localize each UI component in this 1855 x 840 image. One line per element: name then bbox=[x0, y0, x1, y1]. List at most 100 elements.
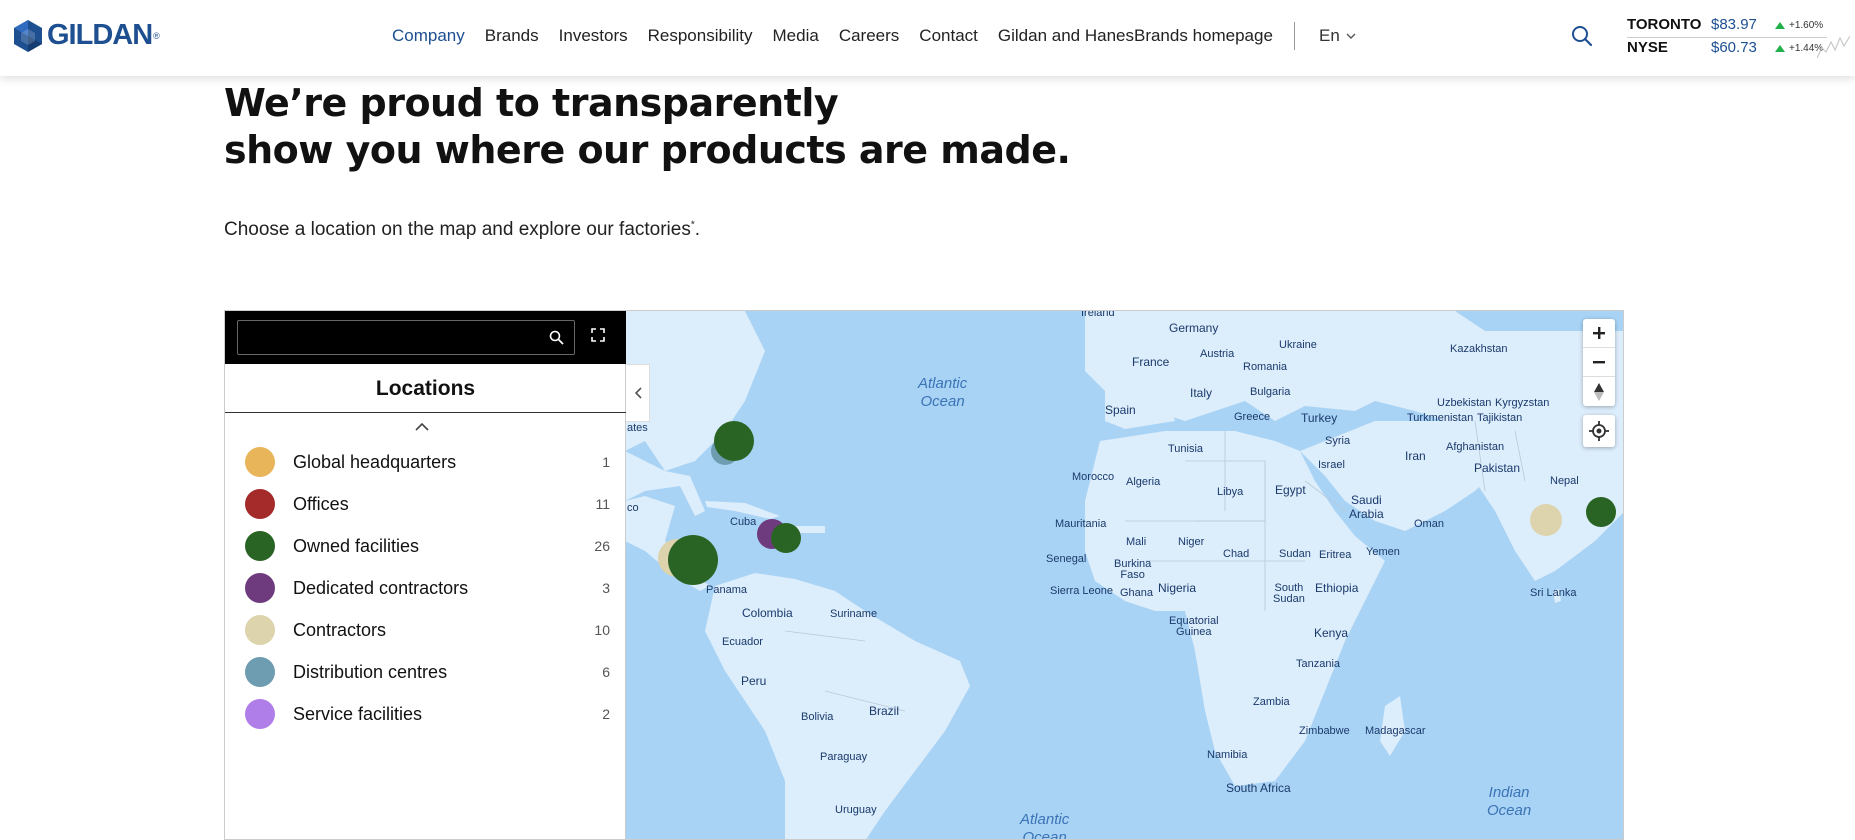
map-label-algeria: Algeria bbox=[1126, 476, 1161, 488]
search-button[interactable] bbox=[1570, 24, 1594, 53]
gildan-logo[interactable]: GILDAN ® bbox=[13, 19, 160, 52]
crosshair-icon bbox=[1589, 421, 1609, 441]
page-headline: We’re proud to transparently show you wh… bbox=[224, 80, 1071, 174]
stock-change: +1.60% bbox=[1775, 20, 1823, 31]
stock-price: $83.97 bbox=[1711, 16, 1757, 33]
reset-bearing-button[interactable] bbox=[1583, 377, 1615, 406]
nav-contact[interactable]: Contact bbox=[919, 26, 978, 46]
plus-icon bbox=[1593, 327, 1605, 339]
map-label-tanzania: Tanzania bbox=[1296, 658, 1341, 670]
stock-exchange: TORONTO bbox=[1627, 16, 1702, 33]
map-label-united-states: ates bbox=[627, 422, 648, 434]
up-arrow-icon bbox=[1775, 45, 1785, 52]
map-label-sri-lanka: Sri Lanka bbox=[1530, 587, 1577, 599]
headline-line-1: We’re proud to transparently bbox=[224, 81, 839, 125]
legend-dot bbox=[245, 615, 275, 645]
map-label-paraguay: Paraguay bbox=[820, 751, 868, 763]
map-label-bulgaria: Bulgaria bbox=[1250, 386, 1291, 398]
map-label-equatorial-guinea: Equatorial Guinea bbox=[1169, 615, 1219, 638]
language-selector[interactable]: En bbox=[1319, 26, 1356, 46]
fullscreen-button[interactable] bbox=[591, 328, 605, 347]
chevron-down-icon bbox=[1346, 33, 1356, 39]
map-marker-owned-facility[interactable] bbox=[1586, 497, 1616, 527]
legend-dot bbox=[245, 489, 275, 519]
map-label-namibia: Namibia bbox=[1207, 749, 1248, 761]
map-label-chad: Chad bbox=[1223, 548, 1250, 560]
nav-media[interactable]: Media bbox=[773, 26, 819, 46]
map-label-sudan: Sudan bbox=[1279, 548, 1311, 560]
map-label-morocco: Morocco bbox=[1072, 471, 1115, 483]
locate-me-button[interactable] bbox=[1583, 415, 1615, 447]
map-label-tajikistan: Tajikistan bbox=[1477, 412, 1523, 424]
map-label-colombia: Colombia bbox=[742, 606, 793, 620]
nav-company[interactable]: Company bbox=[392, 26, 465, 46]
stock-divider bbox=[1627, 37, 1827, 38]
minus-icon bbox=[1593, 361, 1605, 364]
legend-item-owned-facilities[interactable]: Owned facilities 26 bbox=[245, 531, 610, 561]
map-marker-contractor[interactable] bbox=[1530, 504, 1562, 536]
chevron-left-icon bbox=[634, 387, 642, 399]
nav-investors[interactable]: Investors bbox=[559, 26, 628, 46]
legend-item-service-facilities[interactable]: Service facilities 2 bbox=[245, 699, 610, 729]
legend-item-dedicated-contractors[interactable]: Dedicated contractors 3 bbox=[245, 573, 610, 603]
stock-price: $60.73 bbox=[1711, 39, 1757, 56]
map-label-brazil: Brazil bbox=[869, 704, 900, 718]
map-label-cuba: Cuba bbox=[730, 516, 757, 528]
map-label-mauritania: Mauritania bbox=[1055, 518, 1107, 530]
map-label-tunisia: Tunisia bbox=[1168, 443, 1204, 455]
zoom-out-button[interactable] bbox=[1583, 348, 1615, 377]
collapse-panel-button[interactable] bbox=[626, 364, 650, 422]
locations-panel-title: Locations bbox=[225, 364, 626, 413]
map-label-iran: Iran bbox=[1405, 449, 1426, 463]
map-label-israel: Israel bbox=[1318, 459, 1345, 471]
chevron-up-icon[interactable] bbox=[415, 422, 429, 431]
map-label-uzbekistan: Uzbekistan bbox=[1437, 397, 1492, 409]
brand-name: GILDAN bbox=[47, 19, 153, 51]
map-label-nepal: Nepal bbox=[1550, 475, 1579, 487]
gildan-logo-icon bbox=[14, 19, 42, 52]
map-label-uruguay: Uruguay bbox=[835, 804, 877, 816]
map-marker-owned-facility[interactable] bbox=[771, 523, 801, 553]
map-label-turkey: Turkey bbox=[1301, 411, 1338, 425]
map-label-bolivia: Bolivia bbox=[801, 711, 834, 723]
map-label-kazakhstan: Kazakhstan bbox=[1450, 343, 1508, 355]
map-label-nigeria: Nigeria bbox=[1158, 581, 1197, 595]
nav-careers[interactable]: Careers bbox=[839, 26, 899, 46]
map-label-panama: Panama bbox=[706, 584, 747, 596]
map-label-spain: Spain bbox=[1105, 403, 1136, 417]
legend-item-contractors[interactable]: Contractors 10 bbox=[245, 615, 610, 645]
nav-hanesbrands-homepage[interactable]: Gildan and HanesBrands homepage bbox=[998, 26, 1273, 46]
locations-panel: Locations Global headquarters 1 Offices … bbox=[225, 364, 626, 839]
zoom-in-button[interactable] bbox=[1583, 319, 1615, 348]
nav-brands[interactable]: Brands bbox=[485, 26, 539, 46]
map-label-mali: Mali bbox=[1126, 536, 1147, 548]
page-subtext: Choose a location on the map and explore… bbox=[224, 219, 701, 240]
map-marker-owned-facility[interactable] bbox=[668, 535, 718, 585]
map-label-romania: Romania bbox=[1243, 361, 1288, 373]
legend-item-global-headquarters[interactable]: Global headquarters 1 bbox=[245, 447, 610, 477]
nav-divider bbox=[1294, 22, 1295, 50]
map-search-input[interactable] bbox=[238, 321, 538, 354]
compass-icon bbox=[1594, 382, 1604, 401]
nav-responsibility[interactable]: Responsibility bbox=[648, 26, 753, 46]
map-label-senegal: Senegal bbox=[1046, 553, 1087, 565]
language-label: En bbox=[1319, 26, 1340, 45]
locations-map[interactable]: Ireland Germany Ukraine Kazakhstan Franc… bbox=[224, 310, 1624, 840]
main-nav: Company Brands Investors Responsibility … bbox=[392, 26, 1293, 46]
map-label-sierra-leone: Sierra Leone bbox=[1050, 585, 1113, 597]
map-label-suriname: Suriname bbox=[830, 608, 878, 620]
search-icon[interactable] bbox=[549, 330, 564, 345]
map-label-eritrea: Eritrea bbox=[1319, 549, 1352, 561]
stock-exchange: NYSE bbox=[1627, 39, 1668, 56]
search-icon bbox=[1572, 26, 1593, 47]
map-label-pakistan: Pakistan bbox=[1474, 461, 1521, 475]
map-label-france: France bbox=[1132, 355, 1170, 369]
legend-dot bbox=[245, 699, 275, 729]
map-marker-owned-facility[interactable] bbox=[714, 421, 754, 461]
fullscreen-icon bbox=[591, 328, 605, 342]
up-arrow-icon bbox=[1775, 22, 1785, 29]
legend-item-distribution-centres[interactable]: Distribution centres 6 bbox=[245, 657, 610, 687]
legend-item-offices[interactable]: Offices 11 bbox=[245, 489, 610, 519]
map-label-ethiopia: Ethiopia bbox=[1315, 581, 1359, 595]
headline-line-2: show you where our products are made. bbox=[224, 128, 1071, 172]
